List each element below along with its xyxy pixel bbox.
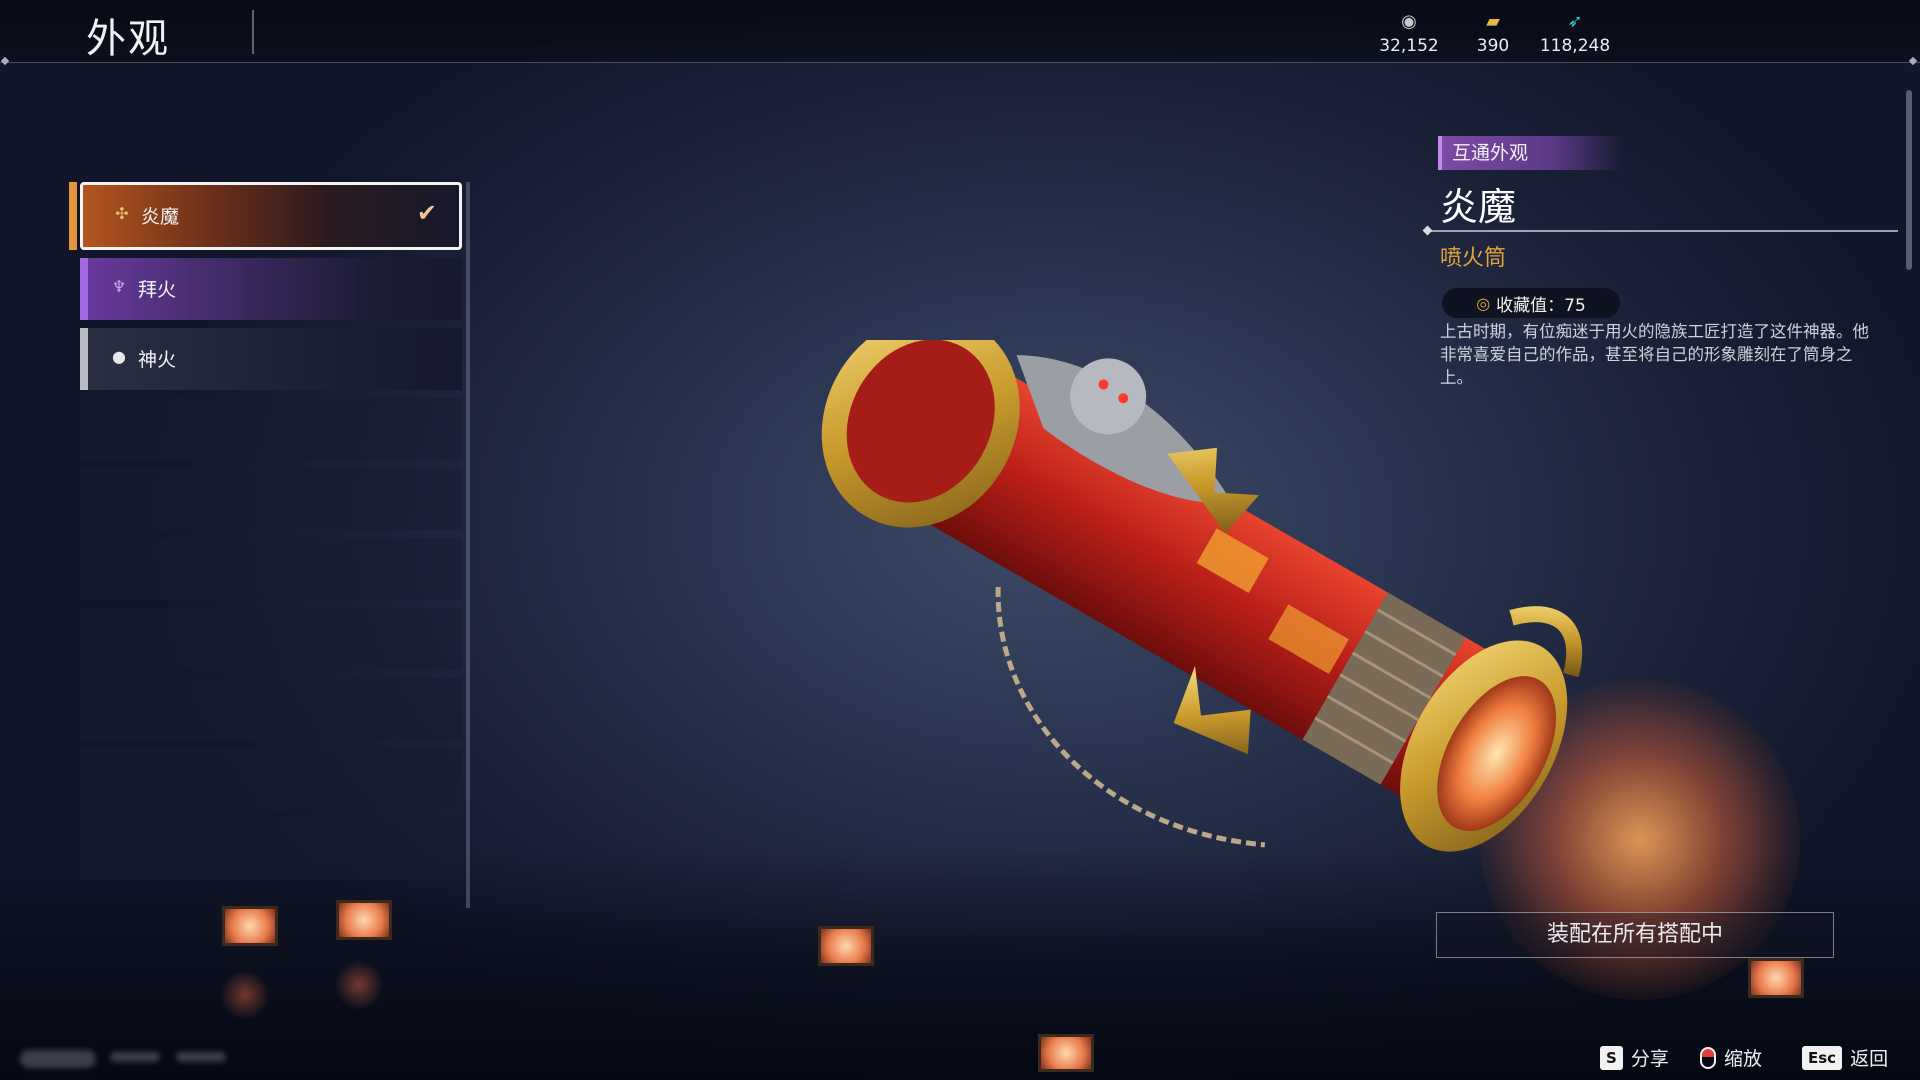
empty-slot <box>80 818 462 880</box>
currency-value: 118,248 <box>1539 36 1611 56</box>
share-hint[interactable]: S 分享 <box>1600 1044 1669 1071</box>
gold-ticket-icon: ▰ <box>1486 11 1500 32</box>
flame-cross-icon: ✣ <box>115 204 129 223</box>
equip-all-button[interactable]: 装配在所有搭配中 <box>1436 912 1834 958</box>
skin-item-baihuo[interactable]: ♆ 拜火 <box>80 258 462 320</box>
drop-icon: ● <box>112 347 126 366</box>
currency-silver: ◉ 32,152 <box>1364 10 1454 56</box>
crossplay-tag: 互通外观 <box>1438 136 1624 170</box>
blurred-user-info <box>20 1050 96 1068</box>
empty-slot <box>80 608 462 670</box>
skin-item-shenhuo[interactable]: ● 神火 <box>80 328 462 390</box>
rarity-bar <box>80 328 88 390</box>
skin-item-label: 神火 <box>138 349 177 371</box>
top-bar: 外观 ◉ 32,152 ▰ 390 ➶ 118,248 <box>0 0 1920 66</box>
lantern-decoration <box>818 926 874 966</box>
lantern-decoration <box>222 906 278 946</box>
empty-slot <box>80 468 462 530</box>
back-label: 返回 <box>1850 1048 1889 1070</box>
zoom-hint[interactable]: 缩放 <box>1700 1044 1762 1071</box>
skin-item-label: 炎魔 <box>141 206 180 228</box>
currency-value: 390 <box>1476 36 1510 56</box>
collection-value: 收藏值：75 <box>1496 295 1586 316</box>
currency-feather: ➶ 118,248 <box>1530 10 1620 56</box>
divider <box>1428 230 1898 232</box>
empty-slot <box>80 398 462 460</box>
skin-list: ✣ 炎魔 ✔ ♆ 拜火 ● 神火 <box>69 182 462 888</box>
detail-scrollbar[interactable] <box>1906 90 1912 270</box>
rarity-bar <box>80 258 88 320</box>
empty-slot <box>80 678 462 740</box>
lantern-decoration <box>336 900 392 940</box>
lantern-decoration <box>1748 958 1804 998</box>
zoom-label: 缩放 <box>1724 1048 1763 1070</box>
skin-item-label: 拜火 <box>138 279 177 301</box>
title-separator <box>252 10 254 54</box>
blurred-user-info <box>176 1052 226 1062</box>
key-esc: Esc <box>1802 1045 1843 1070</box>
lantern-decoration <box>1038 1034 1094 1072</box>
spiral-icon: ◎ <box>1476 293 1491 313</box>
item-name: 炎魔 <box>1440 185 1517 229</box>
key-s: S <box>1600 1045 1623 1070</box>
share-label: 分享 <box>1630 1048 1669 1070</box>
back-hint[interactable]: Esc 返回 <box>1802 1044 1888 1071</box>
lantern-reflection <box>334 960 384 1010</box>
list-scrollbar[interactable] <box>466 182 470 908</box>
trident-icon: ♆ <box>111 277 127 296</box>
currency-ticket: ▰ 390 <box>1448 10 1538 56</box>
page-title: 外观 <box>86 16 170 62</box>
silver-coin-icon: ◉ <box>1401 11 1417 32</box>
check-icon: ✔ <box>416 199 437 227</box>
lantern-reflection <box>220 970 270 1020</box>
currency-value: 32,152 <box>1379 36 1439 56</box>
blurred-user-info <box>110 1052 160 1062</box>
item-category: 喷火筒 <box>1440 246 1507 271</box>
skin-item-yanmo[interactable]: ✣ 炎魔 ✔ <box>69 182 462 250</box>
blue-feather-icon: ➶ <box>1567 11 1583 32</box>
edge-dot-right <box>1908 56 1918 66</box>
rarity-bar <box>69 182 77 250</box>
item-description: 上古时期，有位痴迷于用火的隐族工匠打造了这件神器。他非常喜爱自己的作品，甚至将自… <box>1440 322 1869 387</box>
empty-slot <box>80 748 462 810</box>
collection-value-badge: ◎ 收藏值：75 <box>1442 288 1620 318</box>
mouse-icon <box>1700 1046 1716 1069</box>
empty-slot <box>80 538 462 600</box>
edge-dot-left <box>0 56 10 66</box>
weapon-preview-flamethrower[interactable] <box>740 340 1680 940</box>
